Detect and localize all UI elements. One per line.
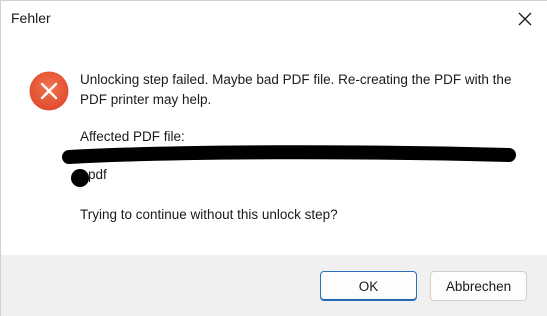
error-message: Unlocking step failed. Maybe bad PDF fil… bbox=[80, 72, 512, 107]
window-title: Fehler bbox=[11, 10, 51, 26]
cancel-button[interactable]: Abbrechen bbox=[430, 271, 527, 301]
close-button[interactable] bbox=[502, 1, 547, 37]
redaction-mark bbox=[62, 145, 516, 187]
error-icon bbox=[29, 71, 69, 111]
affected-file-name: pdf bbox=[88, 167, 107, 182]
dialog-content: Unlocking step failed. Maybe bad PDF fil… bbox=[1, 37, 547, 255]
close-icon bbox=[518, 12, 532, 26]
button-bar: OK Abbrechen bbox=[1, 255, 547, 316]
affected-file-label: Affected PDF file: bbox=[80, 129, 185, 144]
title-bar: Fehler bbox=[1, 1, 547, 37]
ok-button[interactable]: OK bbox=[320, 271, 417, 301]
question-text: Trying to continue without this unlock s… bbox=[80, 207, 338, 222]
error-dialog: Fehler Unlocking step failed. Maybe bad … bbox=[0, 0, 547, 316]
